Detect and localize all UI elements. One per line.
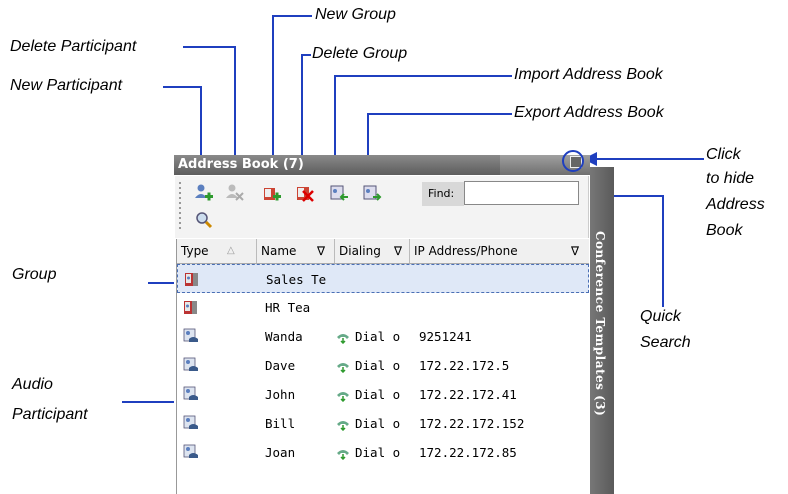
row-dialing: Dial o	[335, 351, 405, 380]
callout-new-participant: New Participant	[10, 77, 123, 94]
callout-delete-group: Delete Group	[312, 45, 408, 62]
leader-line	[334, 75, 512, 77]
leader-line	[272, 15, 312, 17]
table-row[interactable]: John Dial o 172.22.172.41	[177, 380, 589, 409]
callout-new-group: New Group	[315, 6, 396, 23]
callout-audio-line2: Participant	[12, 406, 88, 423]
export-address-book-icon[interactable]	[362, 183, 382, 203]
address-book-title: Address Book (7)	[178, 157, 304, 172]
column-header-address[interactable]: IP Address/Phone ∇	[410, 239, 589, 263]
leader-line	[183, 46, 235, 48]
find-label: Find:	[422, 182, 464, 206]
column-header-label: Type	[181, 244, 209, 258]
table-row[interactable]: Joan Dial o 172.22.172.85	[177, 438, 589, 467]
row-name: HR Tea	[265, 300, 311, 315]
callout-quick-search-line1: Quick	[640, 308, 681, 325]
callout-click-line2: to hide	[706, 170, 755, 187]
column-header-label: Dialing	[339, 244, 381, 258]
filter-icon[interactable]: ∇	[394, 239, 402, 263]
address-book-titlebar: Address Book (7)	[174, 155, 590, 175]
filter-icon[interactable]: ∇	[571, 239, 579, 263]
row-name: Bill	[265, 416, 296, 431]
leader-line	[662, 195, 664, 307]
callout-group: Group	[12, 266, 57, 283]
grid-header: Type △ Name ∇ Dialing ∇ IP Address/Phone…	[177, 239, 589, 264]
callout-click-line1: Click	[706, 146, 741, 163]
callout-click-line3: Address	[706, 196, 765, 213]
callout-quick-search-line2: Search	[640, 334, 691, 351]
row-dialing: Dial o	[335, 409, 405, 438]
conference-templates-tab[interactable]: Conference Templates (3)	[590, 167, 614, 494]
row-dialing: Dial o	[335, 322, 405, 351]
quick-search-input[interactable]	[464, 181, 579, 205]
table-row[interactable]: Wanda Dial o 9251241	[177, 322, 589, 351]
import-address-book-icon[interactable]	[329, 183, 349, 203]
column-header-type[interactable]: Type △	[177, 239, 257, 263]
sort-ascending-icon: △	[227, 245, 235, 256]
row-address: 172.22.172.5	[419, 358, 510, 373]
row-dialing-text: Dial o	[355, 445, 401, 460]
column-header-label: Name	[261, 244, 297, 258]
column-header-label: IP Address/Phone	[414, 244, 518, 258]
table-row[interactable]: Dave Dial o 172.22.172.5	[177, 351, 589, 380]
address-book-grid: Type △ Name ∇ Dialing ∇ IP Address/Phone…	[176, 239, 589, 494]
row-dialing-text: Dial o	[355, 329, 401, 344]
row-dialing: Dial o	[335, 380, 405, 409]
row-dialing: Dial o	[335, 438, 405, 467]
callout-delete-participant: Delete Participant	[10, 38, 137, 55]
callout-audio-line1: Audio	[12, 376, 53, 393]
delete-participant-icon[interactable]	[225, 183, 245, 203]
conference-templates-label: Conference Templates (3)	[593, 231, 607, 417]
leader-line	[163, 86, 201, 88]
row-name: Sales Te	[266, 272, 327, 287]
highlight-circle	[562, 150, 584, 172]
column-header-name[interactable]: Name ∇	[257, 239, 335, 263]
filter-icon[interactable]: ∇	[317, 239, 325, 263]
row-address: 9251241	[419, 329, 472, 344]
delete-group-icon[interactable]	[295, 183, 315, 203]
row-name: Joan	[265, 445, 296, 460]
leader-line	[367, 113, 512, 115]
search-icon[interactable]	[194, 210, 214, 230]
leader-line	[596, 158, 704, 160]
column-header-dialing[interactable]: Dialing ∇	[335, 239, 410, 263]
row-dialing-text: Dial o	[355, 416, 401, 431]
row-name: Wanda	[265, 329, 303, 344]
row-address: 172.22.172.85	[419, 445, 517, 460]
new-group-icon[interactable]	[262, 183, 282, 203]
callout-export-address-book: Export Address Book	[514, 104, 664, 121]
row-dialing-text: Dial o	[355, 358, 401, 373]
table-row[interactable]: HR Tea	[177, 293, 589, 322]
row-name: John	[265, 387, 296, 402]
new-participant-icon[interactable]	[194, 183, 214, 203]
row-name: Dave	[265, 358, 296, 373]
callout-import-address-book: Import Address Book	[514, 66, 663, 83]
row-dialing-text: Dial o	[355, 387, 401, 402]
table-row[interactable]: Bill Dial o 172.22.172.152	[177, 409, 589, 438]
row-address: 172.22.172.152	[419, 416, 525, 431]
callout-click-line4: Book	[706, 222, 743, 239]
table-row[interactable]: Sales Te	[177, 264, 589, 293]
row-address: 172.22.172.41	[419, 387, 517, 402]
toolbar-grip-icon	[179, 182, 181, 229]
